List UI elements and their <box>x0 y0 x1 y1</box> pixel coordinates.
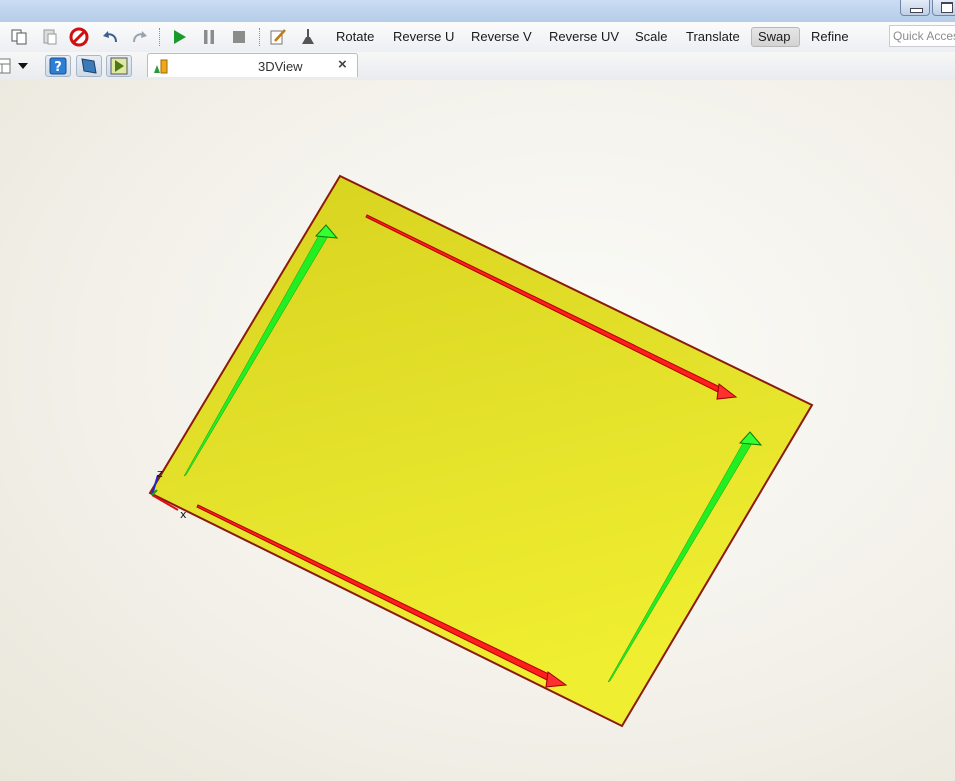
view-toolbar: ? <box>0 52 955 81</box>
swap-button[interactable]: Swap <box>751 27 800 47</box>
close-icon[interactable]: × <box>338 56 347 73</box>
cancel-icon[interactable] <box>69 27 89 47</box>
funnel-icon[interactable] <box>298 27 318 47</box>
scale-button[interactable]: Scale <box>629 27 674 47</box>
reverse-v-button[interactable]: Reverse V <box>465 27 538 47</box>
maximize-icon[interactable] <box>932 0 955 16</box>
3d-viewport[interactable]: z x <box>0 80 955 781</box>
play-icon[interactable] <box>169 27 189 47</box>
quick-access-search[interactable]: Quick Access <box>889 25 955 47</box>
dropdown-arrow-icon[interactable] <box>13 56 33 76</box>
toolbar-separator <box>159 28 160 46</box>
rotate-button[interactable]: Rotate <box>330 27 380 47</box>
svg-text:?: ? <box>54 60 62 75</box>
3dview-chart-icon <box>153 57 171 80</box>
toolbar-separator <box>259 28 260 46</box>
edit-icon[interactable] <box>268 27 288 47</box>
refine-button[interactable]: Refine <box>805 27 855 47</box>
reverse-u-button[interactable]: Reverse U <box>387 27 460 47</box>
tab-label: 3DView <box>258 59 303 74</box>
axis-label-z: z <box>157 467 163 480</box>
reverse-uv-button[interactable]: Reverse UV <box>543 27 625 47</box>
copy-icon[interactable] <box>9 27 29 47</box>
redo-icon[interactable] <box>130 27 150 47</box>
minimize-icon[interactable] <box>900 0 930 16</box>
translate-button[interactable]: Translate <box>680 27 746 47</box>
axis-label-x: x <box>180 508 187 521</box>
surface-icon[interactable] <box>76 55 102 77</box>
play-surface-icon[interactable] <box>106 55 132 77</box>
tab-3dview[interactable]: 3DView × <box>147 53 358 77</box>
undo-icon[interactable] <box>100 27 120 47</box>
paste-icon[interactable] <box>40 27 60 47</box>
stop-icon[interactable] <box>229 27 249 47</box>
3d-scene: z x <box>148 174 814 728</box>
main-toolbar: Rotate Reverse U Reverse V Reverse UV Sc… <box>0 22 955 53</box>
pause-icon[interactable] <box>199 27 219 47</box>
layout-icon[interactable] <box>0 56 14 76</box>
window-titlebar <box>0 0 955 23</box>
help-icon[interactable]: ? <box>45 55 71 77</box>
